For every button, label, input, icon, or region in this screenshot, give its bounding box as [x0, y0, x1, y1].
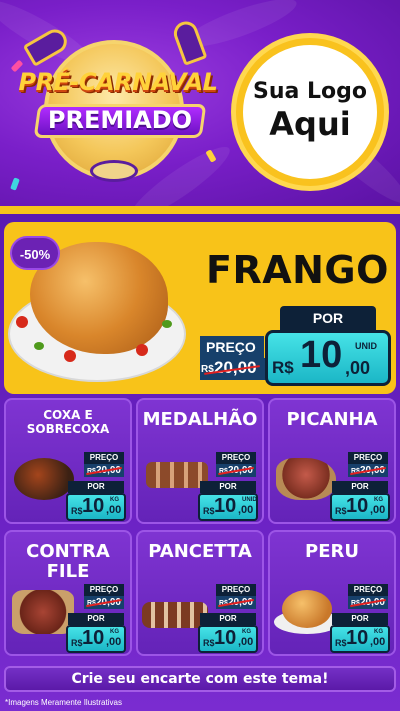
badge-subtitle: PREMIADO: [47, 106, 193, 134]
new-price-box: R$ 10 ,00 KG: [198, 625, 258, 653]
preco-label: PREÇO: [84, 584, 124, 596]
product-card-medalhao[interactable]: MEDALHÃO PREÇO R$20,00 POR R$ 10 ,00 UNI…: [136, 398, 264, 524]
preco-label: PREÇO: [216, 452, 256, 464]
new-currency: R$: [335, 638, 347, 648]
new-price-integer: 10: [346, 627, 369, 649]
unit-label: KG: [110, 629, 119, 635]
featured-new-price-cents: ,00: [345, 358, 371, 378]
contra-file-image: [12, 590, 74, 634]
new-price-cents: ,00: [370, 636, 386, 648]
product-card-pancetta[interactable]: PANCETTA PREÇO R$20,00 POR R$ 10 ,00 KG: [136, 530, 264, 656]
new-price-box: R$ 10 ,00 KG: [330, 493, 390, 521]
disclaimer-text: *Imagens Meramente Ilustrativas: [5, 698, 122, 707]
new-price-box: R$ 10 ,00 KG: [330, 625, 390, 653]
por-label: POR: [200, 481, 256, 493]
new-price-box: R$ 10 ,00 KG: [66, 493, 126, 521]
new-currency: R$: [71, 638, 83, 648]
badge-title: PRÉ-CARNAVAL: [18, 68, 218, 96]
new-price-integer: 10: [346, 495, 369, 517]
por-label: POR: [332, 481, 388, 493]
preco-label: PREÇO: [84, 452, 124, 464]
new-price-cents: ,00: [370, 504, 386, 516]
picanha-image: [276, 458, 336, 500]
preco-label: PREÇO: [216, 584, 256, 596]
herb-garnish: [34, 342, 44, 350]
unit-label: KG: [374, 629, 383, 635]
logo-placeholder: Sua Logo Aqui: [236, 38, 384, 186]
product-name: MEDALHÃO: [142, 409, 258, 430]
peru-image: [282, 590, 332, 628]
new-price-cents: ,00: [238, 636, 254, 648]
tomato-garnish: [16, 316, 28, 328]
product-name: PANCETTA: [148, 541, 252, 562]
new-price-cents: ,00: [106, 636, 122, 648]
preco-label: PREÇO: [348, 452, 388, 464]
unit-label: KG: [374, 497, 383, 503]
new-price-cents: ,00: [238, 504, 254, 516]
unit-label: UNID: [242, 497, 257, 503]
new-currency: R$: [203, 506, 215, 516]
por-label: POR: [200, 613, 256, 625]
pancetta-image: [142, 602, 208, 628]
tomato-garnish: [136, 344, 148, 356]
new-currency: R$: [71, 506, 83, 516]
product-card-contra-file[interactable]: CONTRA FILE PREÇO R$20,00 POR R$ 10 ,00 …: [4, 530, 132, 656]
new-currency: R$: [203, 638, 215, 648]
featured-por-label: POR: [280, 306, 376, 330]
create-flyer-button[interactable]: Crie seu encarte com este tema!: [4, 666, 396, 692]
new-price-integer: 10: [82, 627, 105, 649]
new-price-cents: ,00: [106, 504, 122, 516]
confetti: [10, 177, 20, 191]
pre-carnaval-badge: PRÉ-CARNAVAL PREMIADO: [19, 18, 218, 190]
product-name: COXA E SOBRECOXA: [26, 408, 110, 436]
logo-text-line1: Sua Logo: [252, 79, 367, 104]
por-label: POR: [332, 613, 388, 625]
product-card-picanha[interactable]: PICANHA PREÇO R$20,00 POR R$ 10 ,00 KG: [268, 398, 396, 524]
featured-new-price-integer: 10: [300, 334, 343, 376]
new-currency: R$: [335, 506, 347, 516]
discount-badge: -50%: [10, 236, 60, 270]
tomato-garnish: [64, 350, 76, 362]
logo-text-line2: Aqui: [269, 105, 351, 143]
featured-product-name: FRANGO: [206, 248, 389, 292]
medalhao-image: [146, 462, 208, 488]
new-price-integer: 10: [82, 495, 105, 517]
product-name: CONTRA FILE: [26, 541, 110, 582]
coxa-image: [14, 458, 74, 500]
featured-new-currency: R$: [272, 358, 294, 377]
product-name: PICANHA: [286, 409, 378, 430]
unit-label: KG: [242, 629, 251, 635]
por-label: POR: [68, 481, 124, 493]
new-price-integer: 10: [214, 627, 237, 649]
drum-icon: [90, 160, 138, 182]
header-banner: PRÉ-CARNAVAL PREMIADO Sua Logo Aqui: [0, 0, 400, 210]
new-price-box: R$ 10 ,00 KG: [66, 625, 126, 653]
product-card-coxa[interactable]: COXA E SOBRECOXA PREÇO R$20,00 POR R$ 10…: [4, 398, 132, 524]
new-price-integer: 10: [214, 495, 237, 517]
preco-label: PREÇO: [348, 584, 388, 596]
product-name: PERU: [305, 541, 359, 562]
new-price-box: R$ 10 ,00 UNID: [198, 493, 258, 521]
product-card-peru[interactable]: PERU PREÇO R$20,00 POR R$ 10 ,00 KG: [268, 530, 396, 656]
featured-unit-label: UNID: [355, 341, 377, 351]
featured-preco-label: PREÇO: [200, 336, 264, 358]
unit-label: KG: [110, 497, 119, 503]
divider-strip: [0, 206, 400, 214]
herb-garnish: [162, 320, 172, 328]
por-label: POR: [68, 613, 124, 625]
